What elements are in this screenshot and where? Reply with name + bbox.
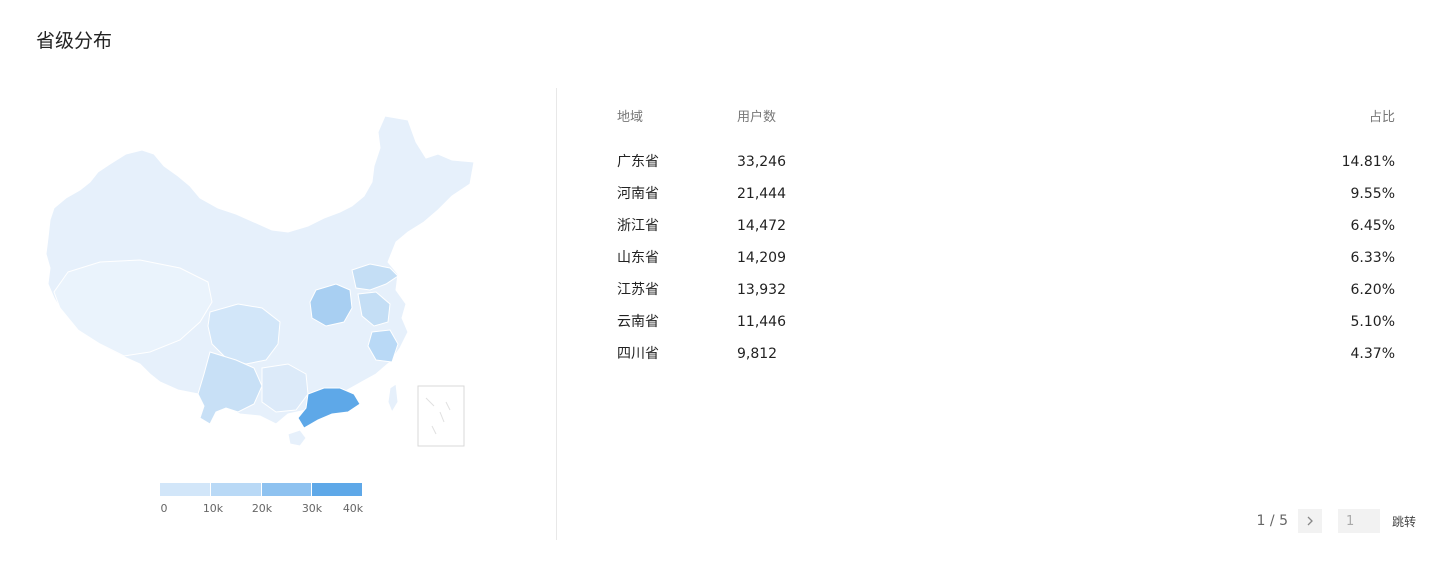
legend-tick: 40k [342, 502, 364, 515]
header-users: 用户数 [737, 110, 777, 125]
table-row: 河南省 21,444 9.55% [617, 182, 1395, 214]
legend-color-2 [261, 483, 312, 496]
cell-region: 浙江省 [617, 218, 659, 234]
cell-users: 14,472 [737, 218, 786, 234]
cell-region: 四川省 [617, 346, 659, 362]
chevron-right-icon [1307, 516, 1313, 526]
map-legend: 0 10k 20k 30k 40k [160, 483, 364, 518]
cell-region: 河南省 [617, 186, 659, 202]
page-info: 1 / 5 [1256, 513, 1288, 529]
cell-ratio: 6.45% [1350, 218, 1395, 234]
legend-gradient [160, 483, 362, 496]
china-map [40, 112, 480, 452]
cell-users: 14,209 [737, 250, 786, 266]
table-row: 云南省 11,446 5.10% [617, 310, 1395, 342]
cell-users: 9,812 [737, 346, 778, 362]
cell-region: 广东省 [617, 154, 659, 170]
page-number-input[interactable] [1337, 509, 1380, 533]
table-row: 山东省 14,209 6.33% [617, 246, 1395, 278]
legend-tick: 0 [160, 502, 168, 515]
table-row: 四川省 9,812 4.37% [617, 342, 1395, 374]
cell-ratio: 6.33% [1350, 250, 1395, 266]
cell-ratio: 14.81% [1341, 154, 1395, 170]
map-region-hainan[interactable] [287, 429, 307, 447]
cell-users: 13,932 [737, 282, 786, 298]
legend-color-1 [210, 483, 261, 496]
map-region-henan[interactable] [309, 283, 353, 327]
legend-ticks: 0 10k 20k 30k 40k [160, 502, 364, 518]
legend-tick: 10k [202, 502, 224, 515]
cell-users: 21,444 [737, 186, 786, 202]
pagination: 1 / 5 跳转 [1257, 509, 1416, 533]
cell-ratio: 4.37% [1350, 346, 1395, 362]
legend-color-3 [312, 483, 362, 496]
china-map-svg [45, 115, 475, 447]
region-table: 地域 用户数 占比 广东省 33,246 14.81% 河南省 21,444 9.55% 浙… [617, 106, 1395, 374]
inset-islands [425, 397, 451, 435]
cell-ratio: 6.20% [1350, 282, 1395, 298]
cell-region: 山东省 [617, 250, 659, 266]
legend-tick: 20k [251, 502, 273, 515]
cell-region: 云南省 [617, 314, 659, 330]
page-title: 省级分布 [36, 30, 113, 52]
cell-users: 33,246 [737, 154, 786, 170]
cell-ratio: 9.55% [1350, 186, 1395, 202]
cell-region: 江苏省 [617, 282, 659, 298]
jump-button[interactable]: 跳转 [1392, 513, 1416, 530]
table-row: 浙江省 14,472 6.45% [617, 214, 1395, 246]
table-row: 江苏省 13,932 6.20% [617, 278, 1395, 310]
legend-color-0 [160, 483, 210, 496]
header-region: 地域 [617, 110, 644, 125]
cell-users: 11,446 [737, 314, 786, 330]
south-china-sea-inset [417, 385, 465, 447]
header-ratio: 占比 [1368, 110, 1395, 125]
legend-tick: 30k [301, 502, 323, 515]
next-page-button[interactable] [1297, 509, 1322, 533]
table-header: 地域 用户数 占比 [617, 106, 1395, 150]
section-divider [556, 88, 557, 540]
cell-ratio: 5.10% [1350, 314, 1395, 330]
table-row: 广东省 33,246 14.81% [617, 150, 1395, 182]
map-region-taiwan[interactable] [387, 383, 399, 414]
